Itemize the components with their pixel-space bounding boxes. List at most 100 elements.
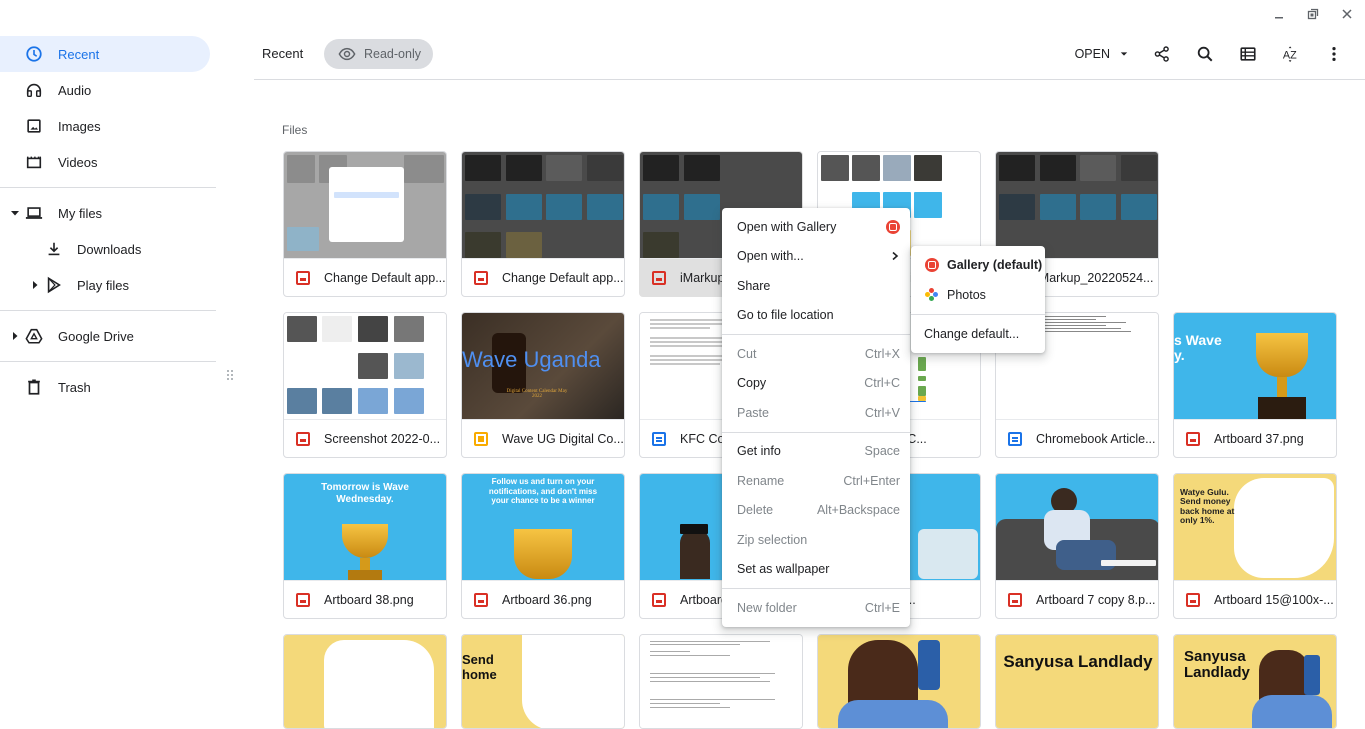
image-file-icon	[474, 271, 488, 285]
sort-button[interactable]: AZ	[1269, 40, 1312, 68]
menu-item-zip-selection[interactable]: Zip selection	[722, 525, 910, 555]
menu-item-label: New folder	[737, 600, 797, 615]
file-tile[interactable]: Tomorrow is Wave Wednesday. Artboard 38.…	[283, 473, 447, 619]
image-file-icon	[652, 593, 666, 607]
dropdown-arrow-icon	[1120, 52, 1128, 56]
menu-item-open-with[interactable]: Open with...	[722, 242, 910, 272]
file-tile[interactable]: Send home	[461, 634, 625, 729]
close-window-button[interactable]	[1339, 6, 1355, 22]
restore-icon	[1307, 8, 1319, 20]
menu-item-cut[interactable]: Cut Ctrl+X	[722, 339, 910, 369]
file-tile[interactable]: Change Default app...	[461, 151, 625, 297]
sidebar-item-label: Trash	[58, 379, 91, 395]
menu-item-label: Share	[737, 278, 771, 293]
menu-item-shortcut: Ctrl+X	[864, 346, 900, 361]
image-file-icon	[1186, 432, 1200, 446]
file-tile[interactable]: Follow us and turn on your notifications…	[461, 473, 625, 619]
file-tile[interactable]	[283, 634, 447, 729]
open-button[interactable]: OPEN	[1063, 40, 1140, 68]
sidebar-item-recent[interactable]: Recent	[0, 36, 210, 72]
file-thumbnail: Watye Gulu. Send money back home at only…	[1174, 474, 1336, 581]
sidebar-item-audio[interactable]: Audio	[0, 72, 216, 108]
menu-item-rename[interactable]: Rename Ctrl+Enter	[722, 466, 910, 496]
trash-icon	[24, 377, 44, 397]
file-tile[interactable]: Watye Gulu. Send money back home at only…	[1173, 473, 1337, 619]
more-options-button[interactable]	[1312, 40, 1355, 68]
file-tile[interactable]: Screenshot 2022-0...	[283, 312, 447, 458]
more-vert-icon	[1331, 46, 1336, 62]
gallery-icon	[886, 219, 900, 234]
breadcrumb[interactable]: Recent	[262, 46, 303, 61]
menu-item-open-with-gallery[interactable]: Open with Gallery	[722, 212, 910, 242]
open-label: OPEN	[1074, 47, 1110, 61]
thumbnail-text: Sanyusa Landlady	[1003, 652, 1153, 671]
file-tile[interactable]	[817, 634, 981, 729]
file-name: Artboard 38.png	[324, 593, 414, 607]
share-button[interactable]	[1140, 40, 1183, 68]
toolbar: Recent Read-only OPEN AZ	[254, 36, 1365, 80]
menu-item-share[interactable]: Share	[722, 271, 910, 301]
submenu-item-label: Gallery (default)	[947, 258, 1043, 272]
file-name: Screenshot 2022-0...	[324, 432, 441, 446]
sidebar-item-trash[interactable]: Trash	[0, 369, 216, 405]
minimize-button[interactable]	[1271, 6, 1287, 22]
menu-item-paste[interactable]: Paste Ctrl+V	[722, 398, 910, 428]
menu-divider	[911, 314, 1045, 315]
search-button[interactable]	[1183, 40, 1226, 68]
file-thumbnail: Tomorrow is Wave Wednesday.	[284, 474, 446, 581]
toolbar-actions: OPEN AZ	[1063, 40, 1355, 68]
eye-icon	[338, 47, 356, 61]
file-thumbnail: Send home	[462, 635, 624, 728]
image-file-icon	[296, 432, 310, 446]
submenu-item-change-default[interactable]: Change default...	[911, 319, 1045, 349]
section-title: Files	[282, 123, 308, 137]
file-thumbnail	[462, 152, 624, 259]
sidebar-item-play-files[interactable]: Play files	[0, 267, 216, 303]
expand-arrow-icon[interactable]	[10, 208, 20, 218]
list-view-button[interactable]	[1226, 40, 1269, 68]
menu-item-copy[interactable]: Copy Ctrl+C	[722, 369, 910, 399]
thumbnail-text: Wave Uganda	[462, 347, 601, 372]
sidebar-item-my-files[interactable]: My files	[0, 195, 216, 231]
file-thumbnail: Follow us and turn on your notifications…	[462, 474, 624, 581]
file-name: Artboard	[680, 593, 728, 607]
sidebar-item-downloads[interactable]: Downloads	[0, 231, 216, 267]
sidebar-item-images[interactable]: Images	[0, 108, 216, 144]
menu-item-set-as-wallpaper[interactable]: Set as wallpaper	[722, 555, 910, 585]
file-thumbnail	[284, 635, 446, 728]
file-tile[interactable]: Artboard 7 copy 8.p...	[995, 473, 1159, 619]
menu-item-get-info[interactable]: Get info Space	[722, 437, 910, 467]
share-icon	[1154, 46, 1169, 62]
file-tile[interactable]: Change Default app...	[283, 151, 447, 297]
sidebar-item-google-drive[interactable]: Google Drive	[0, 318, 216, 354]
menu-item-delete[interactable]: Delete Alt+Backspace	[722, 496, 910, 526]
sidebar: Recent Audio Images Videos My files Down…	[0, 36, 216, 405]
file-tile[interactable]: Wave Uganda Digital Content Calendar May…	[461, 312, 625, 458]
file-name: Artboard 36.png	[502, 593, 592, 607]
minimize-icon	[1275, 17, 1283, 19]
sidebar-item-label: Google Drive	[58, 328, 134, 344]
sidebar-resize-handle[interactable]	[226, 369, 234, 385]
menu-item-label: Paste	[737, 405, 769, 420]
expand-arrow-icon[interactable]	[30, 280, 40, 290]
file-tile[interactable]: Sanyusa Landlady	[1173, 634, 1337, 729]
menu-item-label: Open with Gallery	[737, 219, 837, 234]
submenu-item-gallery-default[interactable]: Gallery (default)	[911, 250, 1045, 280]
menu-item-go-to-file-location[interactable]: Go to file location	[722, 301, 910, 331]
file-tile[interactable]: s Wave y. Artboard 37.png	[1173, 312, 1337, 458]
read-only-badge: Read-only	[324, 39, 433, 69]
sidebar-item-label: Play files	[77, 277, 130, 293]
menu-item-label: Open with...	[737, 249, 804, 264]
submenu-item-photos[interactable]: Photos	[911, 280, 1045, 310]
file-tile[interactable]: Sanyusa Landlady	[995, 634, 1159, 729]
restore-button[interactable]	[1305, 6, 1321, 22]
thumbnail-text: Tomorrow is Wave Wednesday.	[321, 482, 409, 505]
sidebar-item-label: Videos	[58, 154, 98, 170]
expand-arrow-icon[interactable]	[10, 331, 20, 341]
sidebar-item-videos[interactable]: Videos	[0, 144, 216, 180]
sidebar-item-label: Audio	[58, 82, 92, 98]
list-view-icon	[1239, 47, 1256, 61]
menu-item-new-folder[interactable]: New folder Ctrl+E	[722, 593, 910, 623]
file-tile[interactable]	[639, 634, 803, 729]
file-thumbnail	[996, 152, 1158, 259]
